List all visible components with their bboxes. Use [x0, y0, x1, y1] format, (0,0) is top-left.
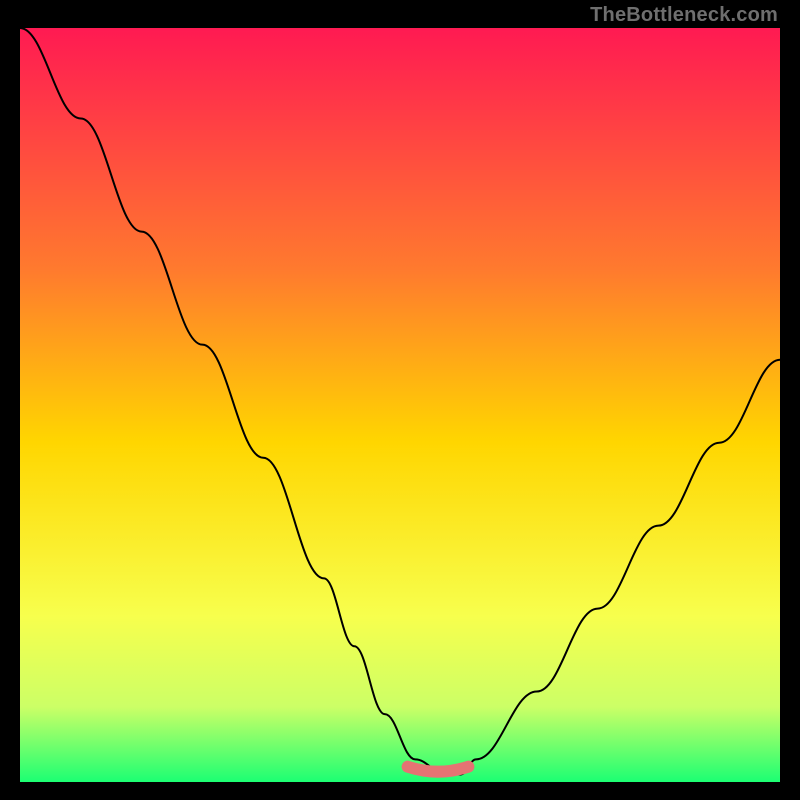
optimal-range-marker	[408, 767, 469, 772]
chart-frame	[20, 28, 780, 782]
bottleneck-chart	[20, 28, 780, 782]
gradient-background	[20, 28, 780, 782]
attribution-text: TheBottleneck.com	[590, 4, 778, 27]
